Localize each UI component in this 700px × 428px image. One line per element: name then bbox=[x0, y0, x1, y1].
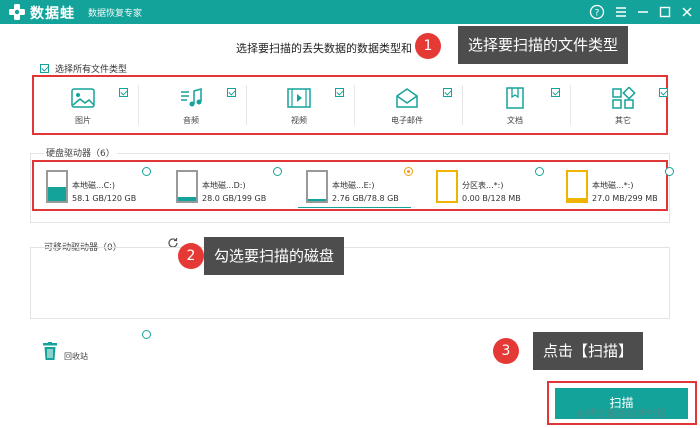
document-checkbox[interactable] bbox=[551, 88, 560, 97]
drive-c-radio[interactable] bbox=[142, 167, 151, 176]
drive-partition-radio[interactable] bbox=[535, 167, 544, 176]
file-type-image[interactable]: 图片 bbox=[36, 85, 130, 127]
drive-e[interactable]: 本地磁...E:) 2.76 GB/78.8 GB bbox=[306, 170, 436, 208]
disk-icon bbox=[436, 170, 458, 203]
callout-step-3: 点击【扫描】 bbox=[533, 332, 644, 370]
file-type-video[interactable]: 视频 bbox=[252, 85, 346, 127]
divider bbox=[570, 85, 571, 125]
drive-size: 2.76 GB/78.8 GB bbox=[332, 194, 399, 203]
drive-name: 本地磁...E:) bbox=[332, 181, 375, 190]
file-type-panel: 图片 音频 视频 电子邮件 文档 其它 bbox=[32, 75, 668, 135]
other-icon bbox=[612, 87, 636, 109]
music-icon bbox=[181, 88, 202, 107]
divider bbox=[246, 85, 247, 125]
file-type-email[interactable]: 电子邮件 bbox=[360, 85, 454, 127]
drive-d[interactable]: 本地磁...D:) 28.0 GB/199 GB bbox=[176, 170, 306, 208]
select-all-checkbox[interactable] bbox=[40, 64, 49, 73]
drive-local-star[interactable]: 本地磁...*:) 27.0 MB/299 MB bbox=[566, 170, 696, 208]
divider bbox=[462, 85, 463, 125]
minimize-icon bbox=[638, 11, 648, 13]
removable-panel bbox=[30, 247, 670, 319]
file-type-label: 文档 bbox=[507, 116, 523, 125]
recycle-bin-label: 回收站 bbox=[64, 352, 88, 361]
step-3-badge: 3 bbox=[493, 338, 519, 364]
app-logo-icon bbox=[9, 4, 25, 20]
email-checkbox[interactable] bbox=[443, 88, 452, 97]
divider bbox=[138, 85, 139, 125]
audio-checkbox[interactable] bbox=[227, 88, 236, 97]
disk-icon bbox=[306, 170, 328, 203]
image-icon bbox=[71, 88, 95, 108]
close-icon bbox=[682, 7, 692, 17]
video-checkbox[interactable] bbox=[335, 88, 344, 97]
drive-d-radio[interactable] bbox=[273, 167, 282, 176]
other-checkbox[interactable] bbox=[659, 88, 668, 97]
menu-icon bbox=[616, 7, 626, 17]
file-type-other[interactable]: 其它 bbox=[576, 85, 670, 127]
close-button[interactable] bbox=[678, 3, 696, 21]
drive-name: 分区表...*:) bbox=[462, 181, 504, 190]
svg-text:?: ? bbox=[595, 9, 600, 19]
callout-step-2: 勾选要扫描的磁盘 bbox=[204, 237, 345, 275]
drive-name: 本地磁...D:) bbox=[202, 181, 246, 190]
drive-name: 本地磁...C:) bbox=[72, 181, 116, 190]
maximize-icon bbox=[659, 6, 671, 18]
help-button[interactable]: ? bbox=[588, 3, 606, 21]
drive-c[interactable]: 本地磁...C:) 58.1 GB/120 GB bbox=[46, 170, 176, 208]
video-icon bbox=[287, 88, 311, 108]
callout-step-1: 选择要扫描的文件类型 bbox=[458, 26, 629, 64]
divider bbox=[354, 85, 355, 125]
file-type-title: 选择要扫描的丢失数据的数据类型和 bbox=[236, 42, 412, 55]
document-icon bbox=[506, 87, 524, 109]
drive-partition-table[interactable]: 分区表...*:) 0.00 B/128 MB bbox=[436, 170, 566, 208]
file-type-label: 音频 bbox=[183, 116, 199, 125]
drive-size: 58.1 GB/120 GB bbox=[72, 194, 137, 203]
disk-icon bbox=[566, 170, 588, 203]
watermark: @稀土掘金技术社区 bbox=[577, 409, 667, 420]
drive-size: 0.00 B/128 MB bbox=[462, 194, 521, 203]
minimize-button[interactable] bbox=[634, 3, 652, 21]
title-bar: 数据蛙 数据恢复专家 ? bbox=[0, 0, 700, 24]
file-type-label: 电子邮件 bbox=[391, 116, 423, 125]
drive-size: 27.0 MB/299 MB bbox=[592, 194, 658, 203]
step-2-badge: 2 bbox=[178, 243, 204, 269]
recycle-bin-radio[interactable] bbox=[142, 330, 151, 339]
file-type-label: 图片 bbox=[75, 116, 91, 125]
hdd-section-title: 硬盘驱动器（6） bbox=[44, 146, 117, 159]
disk-icon bbox=[46, 170, 68, 203]
drive-e-radio[interactable] bbox=[404, 167, 413, 176]
select-all-row[interactable]: 选择所有文件类型 bbox=[40, 62, 127, 75]
file-type-document[interactable]: 文档 bbox=[468, 85, 562, 127]
app-name: 数据蛙 bbox=[30, 6, 75, 22]
file-type-label: 视频 bbox=[291, 116, 307, 125]
drive-local-star-radio[interactable] bbox=[665, 167, 674, 176]
menu-button[interactable] bbox=[612, 3, 630, 21]
file-type-label: 其它 bbox=[615, 116, 631, 125]
drive-name: 本地磁...*:) bbox=[592, 181, 634, 190]
trash-icon[interactable] bbox=[42, 342, 58, 361]
maximize-button[interactable] bbox=[656, 3, 674, 21]
app-subtitle: 数据恢复专家 bbox=[88, 9, 143, 19]
help-icon: ? bbox=[589, 4, 605, 20]
image-checkbox[interactable] bbox=[119, 88, 128, 97]
disk-icon bbox=[176, 170, 198, 203]
file-type-audio[interactable]: 音频 bbox=[144, 85, 238, 127]
select-all-label: 选择所有文件类型 bbox=[55, 65, 128, 75]
step-1-badge: 1 bbox=[415, 33, 441, 59]
drive-size: 28.0 GB/199 GB bbox=[202, 194, 267, 203]
mail-icon bbox=[396, 88, 418, 108]
selected-drive-indicator bbox=[298, 207, 411, 208]
